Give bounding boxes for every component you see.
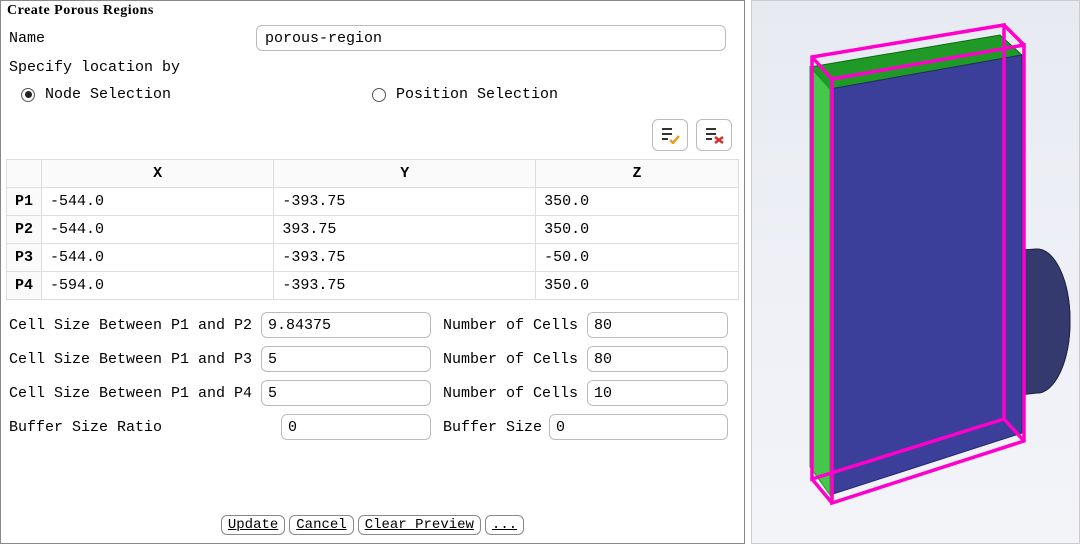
col-y: Y (274, 160, 536, 188)
coordinates-table: X Y Z P1 -544.0 -393.75 350.0 P2 -544.0 … (6, 159, 739, 300)
cell-size-p1p2-input[interactable] (261, 312, 431, 338)
table-row[interactable]: P4 -594.0 -393.75 350.0 (7, 272, 739, 300)
cell-z[interactable]: 350.0 (536, 272, 739, 300)
cell-size-p1p3-input[interactable] (261, 346, 431, 372)
cell-x[interactable]: -544.0 (42, 188, 274, 216)
col-z: Z (536, 160, 739, 188)
num-cells-p1p4-label: Number of Cells (443, 385, 581, 402)
buffer-ratio-input[interactable] (281, 414, 431, 440)
col-x: X (42, 160, 274, 188)
cell-y[interactable]: -393.75 (274, 272, 536, 300)
cell-size-p1p4-label: Cell Size Between P1 and P4 (9, 385, 255, 402)
more-button[interactable]: ... (485, 515, 524, 535)
radio-dot-icon (21, 88, 35, 102)
num-cells-p1p3-label: Number of Cells (443, 351, 581, 368)
cell-z[interactable]: -50.0 (536, 244, 739, 272)
cell-x[interactable]: -544.0 (42, 216, 274, 244)
apply-selection-button[interactable] (652, 119, 688, 151)
table-row[interactable]: P1 -544.0 -393.75 350.0 (7, 188, 739, 216)
clear-selection-button[interactable] (696, 119, 732, 151)
cell-y[interactable]: -393.75 (274, 244, 536, 272)
buffer-size-input[interactable] (549, 414, 728, 440)
cell-z[interactable]: 350.0 (536, 188, 739, 216)
create-porous-regions-panel: Create Porous Regions Name Specify locat… (0, 0, 745, 544)
num-cells-p1p2-input[interactable] (588, 313, 728, 337)
row-label: P4 (7, 272, 42, 300)
radio-position-selection[interactable]: Position Selection (372, 86, 558, 103)
table-row[interactable]: P2 -544.0 393.75 350.0 (7, 216, 739, 244)
radio-dot-icon (372, 88, 386, 102)
cell-size-p1p4-input[interactable] (261, 380, 431, 406)
radio-node-selection[interactable]: Node Selection (21, 86, 171, 103)
list-check-icon (660, 126, 680, 144)
num-cells-p1p3-input[interactable] (588, 347, 728, 371)
cell-size-p1p2-label: Cell Size Between P1 and P2 (9, 317, 255, 334)
cell-y[interactable]: 393.75 (274, 216, 536, 244)
specify-location-label: Specify location by (9, 59, 256, 76)
buffer-size-label: Buffer Size (443, 419, 543, 436)
num-cells-p1p4-input[interactable] (588, 381, 728, 405)
cell-x[interactable]: -544.0 (42, 244, 274, 272)
radio-node-label: Node Selection (45, 86, 171, 103)
clear-preview-button[interactable]: Clear Preview (358, 515, 481, 535)
panel-title: Create Porous Regions (1, 1, 744, 21)
col-blank (7, 160, 42, 188)
num-cells-p1p2-label: Number of Cells (443, 317, 581, 334)
radio-position-label: Position Selection (396, 86, 558, 103)
table-header-row: X Y Z (7, 160, 739, 188)
name-input[interactable] (256, 25, 726, 51)
table-row[interactable]: P3 -544.0 -393.75 -50.0 (7, 244, 739, 272)
list-x-icon (704, 126, 724, 144)
name-label: Name (9, 30, 256, 47)
num-cells-p1p3-spinner[interactable]: ▲▼ (587, 346, 728, 372)
buffer-ratio-label: Buffer Size Ratio (9, 419, 275, 436)
update-button[interactable]: Update (221, 515, 285, 535)
row-label: P1 (7, 188, 42, 216)
model-preview (752, 1, 1080, 544)
row-label: P3 (7, 244, 42, 272)
cancel-button[interactable]: Cancel (289, 515, 353, 535)
model-viewport-3d[interactable] (751, 0, 1080, 544)
num-cells-p1p4-spinner[interactable]: ▲▼ (587, 380, 728, 406)
cell-x[interactable]: -594.0 (42, 272, 274, 300)
cell-z[interactable]: 350.0 (536, 216, 739, 244)
cell-size-p1p3-label: Cell Size Between P1 and P3 (9, 351, 255, 368)
num-cells-p1p2-spinner[interactable]: ▲▼ (587, 312, 728, 338)
row-label: P2 (7, 216, 42, 244)
cell-y[interactable]: -393.75 (274, 188, 536, 216)
